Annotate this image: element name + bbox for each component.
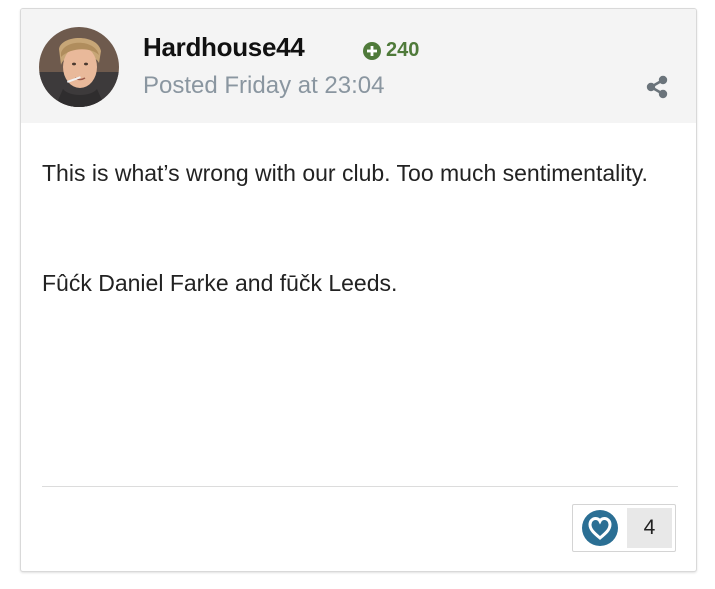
post-paragraph: Fûćk Daniel Farke and fūčk Leeds. [42,270,398,296]
post-date[interactable]: Posted Friday at 23:04 [143,72,384,100]
reputation-count: 240 [386,39,420,61]
plus-circle-icon [363,41,381,60]
heart-icon [582,510,618,546]
reaction-icon-wrap [573,505,627,551]
reaction-button[interactable]: 4 [572,504,676,552]
avatar-image [39,27,119,107]
author-name[interactable]: Hardhouse44 [143,32,305,63]
forum-post: Hardhouse44 240 Posted Friday at 23:04 T… [20,8,697,572]
post-content: This is what’s wrong with our club. Too … [42,153,662,304]
divider [42,486,678,487]
share-icon[interactable] [645,75,669,99]
post-paragraph: This is what’s wrong with our club. Too … [42,160,648,186]
post-header: Hardhouse44 240 Posted Friday at 23:04 [21,9,696,123]
avatar[interactable] [39,27,119,107]
reaction-count: 4 [627,508,672,548]
reputation-badge: 240 [363,39,419,62]
